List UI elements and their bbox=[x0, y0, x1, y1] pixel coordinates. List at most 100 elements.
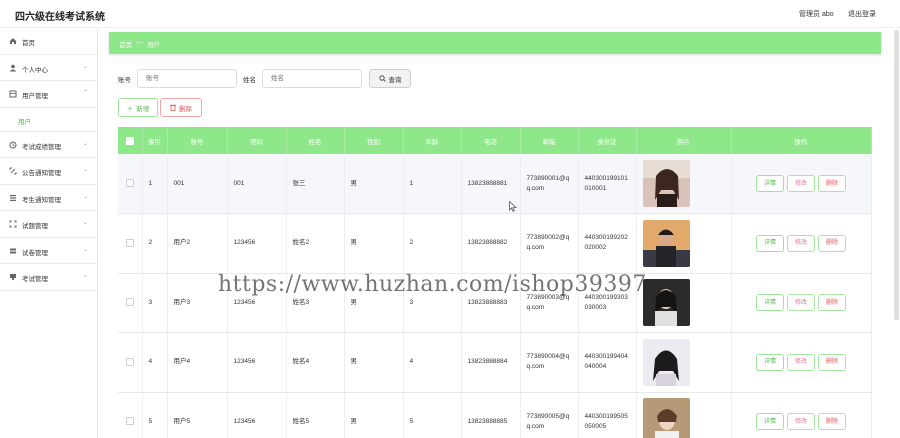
chevron-down-icon: ⌄ bbox=[82, 140, 88, 147]
account-search-input[interactable] bbox=[137, 69, 237, 88]
edit-button[interactable]: 修改 bbox=[786, 175, 815, 192]
name-search-input[interactable] bbox=[262, 69, 362, 88]
edit-button[interactable]: 修改 bbox=[786, 413, 815, 431]
chevron-down-icon: ⌄ bbox=[82, 273, 88, 279]
chevron-down-icon: ⌄ bbox=[82, 167, 88, 173]
sidebar-item-question-management[interactable]: 试题管理 ⌄ bbox=[0, 211, 97, 238]
cell-email: 773890003@qq.com bbox=[520, 273, 579, 333]
breadcrumb-separator: — bbox=[136, 39, 143, 46]
sidebar-item-label: 试题管理 bbox=[22, 223, 48, 230]
sidebar-item-user-management[interactable]: 用户管理 ⌃ bbox=[0, 81, 97, 108]
cell-gender: 男 bbox=[344, 154, 404, 214]
cell-actions: 详情 修改 删除 bbox=[731, 213, 872, 274]
table-header-row: 索引 账号 密码 姓名 性别 年龄 电话 邮箱 身份证 照片 操作 bbox=[118, 127, 872, 154]
column-header: 性别 bbox=[344, 127, 404, 154]
cell-age: 5 bbox=[403, 392, 462, 438]
cell-name: 姓名2 bbox=[286, 213, 345, 274]
edit-button[interactable]: 修改 bbox=[786, 234, 815, 252]
sidebar-item-label: 考生通知管理 bbox=[22, 196, 61, 204]
delete-button[interactable]: 删除 bbox=[818, 294, 847, 312]
add-button[interactable]: ＋ 新增 bbox=[118, 98, 158, 117]
cell-photo bbox=[636, 392, 732, 438]
detail-button[interactable]: 详情 bbox=[755, 413, 784, 431]
delete-button[interactable]: 删除 bbox=[818, 175, 847, 192]
cell-password: 123456 bbox=[227, 392, 287, 438]
app-title: 四六级在线考试系统 bbox=[15, 12, 105, 23]
column-header: 年龄 bbox=[403, 127, 462, 154]
column-header: 操作 bbox=[731, 127, 872, 154]
detail-button[interactable]: 详情 bbox=[755, 234, 784, 252]
cell-index: 3 bbox=[142, 273, 168, 333]
user-table: 索引 账号 密码 姓名 性别 年龄 电话 邮箱 身份证 照片 操作 1 001 … bbox=[118, 127, 872, 438]
column-header: 姓名 bbox=[286, 127, 345, 154]
row-checkbox[interactable] bbox=[118, 332, 143, 393]
cell-account: 001 bbox=[167, 154, 228, 214]
table-row: 1 001 001 张三 男 1 13823888881 773890001@q… bbox=[118, 154, 872, 214]
logout-link[interactable]: 退出登录 bbox=[848, 9, 876, 19]
sidebar-item-paper-management[interactable]: 试卷管理 ⌄ bbox=[0, 238, 97, 264]
cell-index: 1 bbox=[142, 154, 168, 214]
cell-phone: 13823888883 bbox=[461, 273, 521, 333]
detail-button[interactable]: 详情 bbox=[755, 353, 784, 371]
cell-age: 1 bbox=[403, 154, 462, 214]
breadcrumb-home[interactable]: 首页 bbox=[119, 39, 132, 49]
column-header: 索引 bbox=[142, 127, 168, 154]
sidebar-subitem-user[interactable]: 用户 bbox=[0, 108, 97, 132]
question-icon bbox=[9, 220, 17, 228]
plus-icon: ＋ bbox=[126, 105, 134, 113]
page-scrollbar[interactable] bbox=[894, 30, 899, 320]
cell-index: 5 bbox=[142, 392, 168, 438]
cell-account: 用户2 bbox=[167, 213, 228, 274]
cell-idcard: 440300199404040004 bbox=[578, 332, 637, 393]
cell-photo bbox=[636, 332, 732, 393]
cell-photo bbox=[636, 273, 732, 333]
list-icon bbox=[9, 194, 17, 202]
row-checkbox[interactable] bbox=[118, 213, 143, 274]
edit-button[interactable]: 修改 bbox=[786, 353, 815, 371]
chevron-down-icon: ⌄ bbox=[82, 193, 88, 200]
sidebar: 首页 个人中心 ⌄ 用户管理 ⌃ 用户 考试成绩管理 ⌄ 公告通知管理 ⌄ 考生… bbox=[0, 28, 98, 438]
column-header: 账号 bbox=[167, 127, 228, 154]
sidebar-item-label: 考试管理 bbox=[22, 276, 48, 283]
delete-button[interactable]: 删除 bbox=[818, 234, 847, 252]
detail-button[interactable]: 详情 bbox=[755, 175, 784, 192]
cell-photo bbox=[636, 154, 732, 214]
cell-email: 773890001@qq.com bbox=[520, 154, 579, 214]
cell-name: 姓名4 bbox=[286, 332, 345, 393]
cell-actions: 详情 修改 删除 bbox=[731, 392, 872, 438]
cell-email: 773890002@qq.com bbox=[520, 213, 579, 274]
cell-index: 4 bbox=[142, 332, 168, 393]
delete-button[interactable]: 删除 bbox=[818, 353, 847, 371]
cell-gender: 男 bbox=[344, 213, 404, 274]
cell-password: 123456 bbox=[227, 213, 287, 274]
cell-name: 张三 bbox=[286, 154, 345, 214]
delete-button[interactable]: 删除 bbox=[818, 413, 847, 431]
batch-delete-button[interactable]: 删除 bbox=[160, 98, 202, 117]
cell-gender: 男 bbox=[344, 392, 404, 438]
sidebar-subitem-label: 用户 bbox=[18, 118, 31, 126]
user-photo bbox=[642, 338, 690, 386]
row-checkbox[interactable] bbox=[118, 392, 143, 438]
column-header: 照片 bbox=[636, 127, 732, 154]
cell-actions: 详情 修改 删除 bbox=[731, 154, 872, 214]
query-button[interactable]: 查询 bbox=[369, 69, 411, 88]
sidebar-item-exam-management[interactable]: 考试管理 ⌄ bbox=[0, 264, 97, 291]
detail-button[interactable]: 详情 bbox=[755, 294, 784, 312]
edit-button[interactable]: 修改 bbox=[786, 294, 815, 312]
column-header: 电话 bbox=[461, 127, 521, 154]
row-checkbox[interactable] bbox=[118, 154, 143, 214]
sidebar-item-label: 考试成绩管理 bbox=[22, 143, 61, 151]
query-button-label: 查询 bbox=[388, 76, 402, 84]
add-button-label: 新增 bbox=[136, 105, 150, 113]
sidebar-item-student-notice[interactable]: 考生通知管理 ⌄ bbox=[0, 185, 97, 211]
sidebar-item-score-management[interactable]: 考试成绩管理 ⌄ bbox=[0, 132, 97, 158]
sidebar-item-profile[interactable]: 个人中心 ⌄ bbox=[0, 55, 97, 81]
cell-gender: 男 bbox=[344, 332, 404, 393]
select-all-checkbox[interactable] bbox=[118, 127, 143, 154]
sidebar-item-notice-management[interactable]: 公告通知管理 ⌄ bbox=[0, 158, 97, 185]
row-checkbox[interactable] bbox=[118, 273, 143, 333]
cell-age: 2 bbox=[403, 213, 462, 274]
cell-password: 001 bbox=[227, 154, 287, 214]
cell-account: 用户5 bbox=[167, 392, 228, 438]
sidebar-item-home[interactable]: 首页 bbox=[0, 28, 97, 55]
